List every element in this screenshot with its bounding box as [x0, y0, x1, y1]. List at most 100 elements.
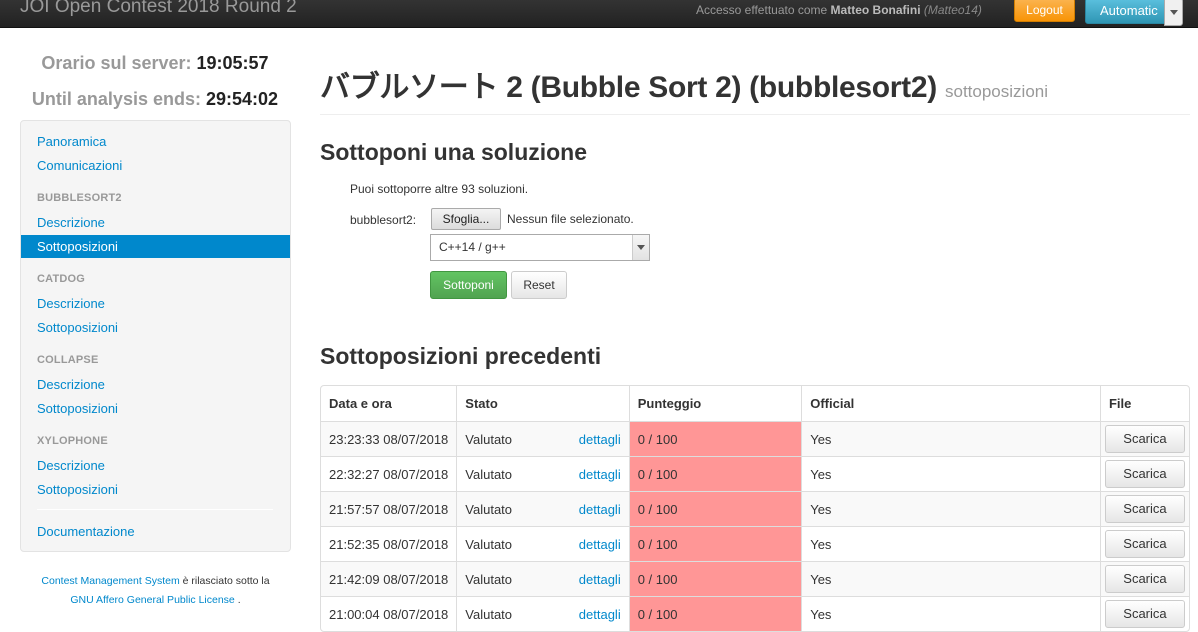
submission-status: Valutato — [465, 606, 513, 622]
submission-status-cell: Valutato dettagli — [456, 561, 629, 596]
sidebar-item-catdog-submissions[interactable]: Sottoposizioni — [21, 316, 290, 339]
details-link[interactable]: dettagli — [579, 607, 621, 622]
chevron-down-icon[interactable] — [1164, 0, 1183, 26]
user-name: Matteo Bonafini — [830, 3, 921, 17]
table-row: 21:00:04 08/07/2018 Valutato dettagli 0 /… — [321, 596, 1189, 631]
submission-official: Yes — [801, 561, 1100, 596]
agpl-link[interactable]: GNU Affero General Public License — [70, 594, 234, 606]
sidebar-task-header-bubblesort2: BUBBLESORT2 — [37, 192, 122, 204]
cms-link[interactable]: Contest Management System — [41, 575, 179, 587]
column-header-time[interactable]: Data e ora — [321, 386, 456, 421]
submission-score: 0 / 100 — [628, 596, 802, 631]
contest-title[interactable]: JOI Open Contest 2018 Round 2 — [20, 0, 297, 18]
table-header-row: Data e ora Stato Punteggio Official File — [321, 386, 1189, 421]
submission-status-cell: Valutato dettagli — [456, 491, 629, 526]
download-button[interactable]: Scarica — [1104, 495, 1185, 523]
submission-file-cell: Scarica — [1099, 491, 1189, 526]
submissions-table: Data e ora Stato Punteggio Official File… — [320, 385, 1190, 632]
submit-button[interactable]: Sottoponi — [430, 271, 507, 299]
submission-score: 0 / 100 — [628, 456, 802, 491]
submission-time: 21:52:35 08/07/2018 — [321, 526, 457, 561]
submission-time: 22:32:27 08/07/2018 — [321, 456, 457, 491]
submission-status-cell: Valutato dettagli — [456, 596, 629, 631]
server-time-label: Orario sul server: — [41, 53, 192, 73]
file-input-label: bubblesort2: — [350, 213, 417, 227]
submission-status: Valutato — [465, 431, 513, 447]
download-button[interactable]: Scarica — [1104, 425, 1185, 453]
download-button[interactable]: Scarica — [1104, 565, 1185, 593]
page-title: バブルソート 2 (Bubble Sort 2) (bubblesort2) s… — [320, 62, 1048, 106]
submission-official: Yes — [801, 526, 1100, 561]
language-select[interactable]: C++14 / g++ — [430, 234, 650, 261]
submission-time: 21:42:09 08/07/2018 — [321, 561, 457, 596]
task-title: バブルソート 2 (Bubble Sort 2) (bubblesort2) — [320, 71, 937, 104]
submission-status: Valutato — [465, 571, 513, 587]
sidebar-item-collapse-submissions[interactable]: Sottoposizioni — [21, 397, 290, 420]
user-handle: (Matteo14) — [923, 3, 982, 17]
sidebar-task-header-xylophone: XYLOPHONE — [37, 435, 108, 447]
sidebar-item-collapse-description[interactable]: Descrizione — [21, 373, 290, 396]
submission-time: 21:00:04 08/07/2018 — [321, 596, 457, 631]
table-row: 21:42:09 08/07/2018 Valutato dettagli 0 /… — [321, 561, 1189, 596]
download-button[interactable]: Scarica — [1104, 530, 1185, 558]
sidebar-divider — [37, 509, 273, 510]
sidebar-item-overview[interactable]: Panoramica — [21, 130, 290, 153]
submission-status-cell: Valutato dettagli — [456, 456, 629, 491]
submission-score: 0 / 100 — [628, 421, 802, 456]
sidebar-task-header-collapse: COLLAPSE — [37, 354, 99, 366]
license-end: . — [237, 594, 241, 606]
sidebar-item-bubblesort2-description[interactable]: Descrizione — [21, 211, 290, 234]
analysis-label: Until analysis ends: — [31, 89, 201, 109]
browse-file-button[interactable]: Sfoglia... — [431, 208, 501, 230]
chevron-down-icon — [632, 235, 649, 260]
submit-heading: Sottoponi una soluzione — [320, 139, 588, 165]
table-row: 22:32:27 08/07/2018 Valutato dettagli 0 /… — [321, 456, 1189, 491]
sidebar-item-xylophone-description[interactable]: Descrizione — [21, 454, 290, 477]
column-header-official[interactable]: Official — [801, 386, 1100, 421]
details-link[interactable]: dettagli — [579, 467, 621, 482]
analysis-value: 29:54:02 — [206, 89, 279, 109]
column-header-score[interactable]: Punteggio — [628, 386, 802, 421]
login-prefix: Accesso effettuato come — [696, 3, 828, 17]
page-subtitle: sottoposizioni — [945, 82, 1049, 101]
details-link[interactable]: dettagli — [579, 502, 621, 517]
submission-official: Yes — [801, 421, 1100, 456]
column-header-file: File — [1099, 386, 1189, 421]
download-button[interactable]: Scarica — [1104, 460, 1185, 488]
submission-score: 0 / 100 — [628, 526, 802, 561]
sidebar-item-catdog-description[interactable]: Descrizione — [21, 292, 290, 315]
submission-status: Valutato — [465, 466, 513, 482]
login-info: Accesso effettuato come Matteo Bonafini … — [696, 3, 982, 17]
column-header-status[interactable]: Stato — [456, 386, 628, 421]
submission-file-cell: Scarica — [1099, 561, 1189, 596]
submission-score: 0 / 100 — [628, 561, 802, 596]
submission-status-cell: Valutato dettagli — [456, 526, 629, 561]
sidebar-nav: Panoramica Comunicazioni BUBBLESORT2 Des… — [20, 120, 291, 552]
table-row: 21:52:35 08/07/2018 Valutato dettagli 0 /… — [321, 526, 1189, 561]
sidebar-item-communications[interactable]: Comunicazioni — [21, 154, 290, 177]
logout-button[interactable]: Logout — [1014, 0, 1075, 22]
title-divider — [320, 114, 1190, 115]
submission-status: Valutato — [465, 536, 513, 552]
license-footer: Contest Management System è rilasciato s… — [20, 572, 291, 610]
file-status: Nessun file selezionato. — [507, 212, 634, 226]
submission-file-cell: Scarica — [1099, 526, 1189, 561]
submission-official: Yes — [801, 596, 1100, 631]
sidebar-item-documentation[interactable]: Documentazione — [21, 520, 290, 543]
analysis-countdown: Until analysis ends: 29:54:02 — [20, 89, 290, 110]
table-row: 21:57:57 08/07/2018 Valutato dettagli 0 /… — [321, 491, 1189, 526]
submission-official: Yes — [801, 491, 1100, 526]
details-link[interactable]: dettagli — [579, 537, 621, 552]
details-link[interactable]: dettagli — [579, 432, 621, 447]
sidebar-item-bubblesort2-submissions[interactable]: Sottoposizioni — [21, 235, 290, 258]
table-row: 23:23:33 08/07/2018 Valutato dettagli 0 /… — [321, 421, 1189, 456]
server-time: Orario sul server: 19:05:57 — [20, 53, 290, 74]
download-button[interactable]: Scarica — [1104, 600, 1185, 628]
reset-button[interactable]: Reset — [511, 271, 567, 299]
remaining-submissions: Puoi sottoporre altre 93 soluzioni. — [350, 182, 529, 196]
details-link[interactable]: dettagli — [579, 572, 621, 587]
previous-submissions-heading: Sottoposizioni precedenti — [320, 343, 602, 369]
submission-time: 23:23:33 08/07/2018 — [321, 421, 457, 456]
sidebar-item-xylophone-submissions[interactable]: Sottoposizioni — [21, 478, 290, 501]
submission-status-cell: Valutato dettagli — [456, 421, 629, 456]
